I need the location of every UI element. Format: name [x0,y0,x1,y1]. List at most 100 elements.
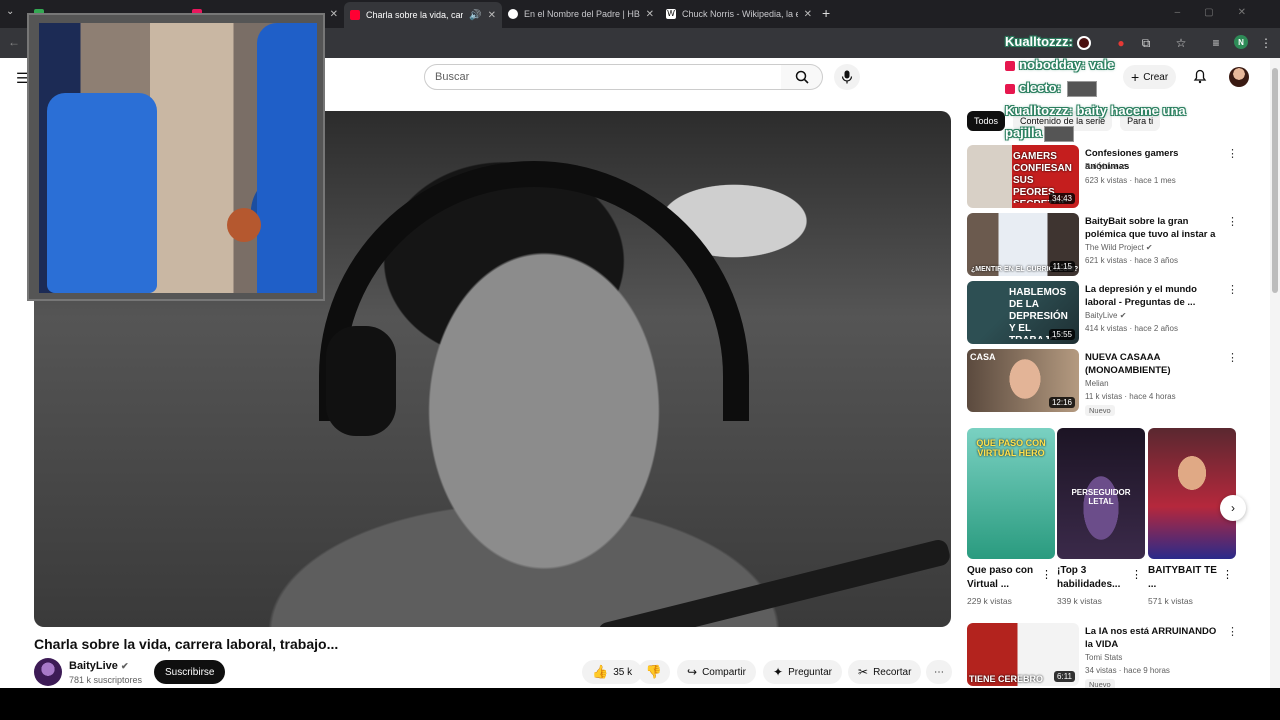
chat-message: cleeto: [1005,80,1097,97]
notifications-bell-icon[interactable] [1192,68,1208,89]
video-duration: 15:55 [1048,329,1075,340]
more-options-icon[interactable]: ⋮ [1227,147,1238,160]
short-title: BAITYBAIT TE ... [1148,565,1217,590]
chat-badge-icon [1005,60,1015,71]
browser-tab-4[interactable]: En el Nombre del Padre | HBO ✕ [502,4,660,24]
like-count: 35 k [613,666,633,678]
thumbnail-caption: CASA [970,352,996,362]
tab-favicon-icon [508,9,518,19]
clip-button[interactable]: ✂ Recortar [848,660,922,684]
chat-message: nobodday: vale [1005,57,1114,72]
bookmark-star-icon[interactable]: ☆ [1173,35,1189,51]
thumbs-down-icon: 👎 [645,664,663,679]
create-button[interactable]: + Crear [1123,65,1177,89]
recommended-video[interactable]: TIENE CEREBRO 6:11 La IA nos está ARRUIN… [967,623,1242,688]
tab-close-icon[interactable]: ✕ [804,9,812,20]
video-meta: 414 k vistas · hace 2 años [1085,324,1178,333]
recommended-video[interactable]: CASA 12:16 NUEVA CASAAA (MONOAMBIENTE) M… [967,349,1242,416]
recommended-video[interactable]: ¿MENTIR EN EL CURRICULUM? 11:15 BaityBai… [967,213,1242,277]
new-tab-plus-icon[interactable]: + [822,5,830,21]
search-placeholder: Buscar [435,71,470,83]
like-button[interactable]: 👍 35 k [582,660,643,684]
more-options-icon[interactable]: ⋮ [1227,283,1238,296]
more-options-icon[interactable]: ⋮ [1131,568,1142,581]
short-item[interactable]: QUE PASO CON VIRTUAL HERO Que paso con V… [967,428,1055,606]
video-duration: 6:11 [1054,671,1075,682]
short-title: ¡Top 3 habilidades... [1057,565,1121,590]
browser-profile-avatar[interactable]: N [1234,35,1248,49]
ask-label: Preguntar [788,666,832,678]
speaker-icon[interactable]: 🔊 [469,10,481,21]
short-thumbnail[interactable]: PERSEGUIDOR LETAL [1057,428,1145,559]
video-duration: 12:16 [1048,397,1075,408]
media-control-icon[interactable]: ≡ [1208,35,1224,51]
browser-tab-active[interactable]: Charla sobre la vida, carrera 🔊 ✕ [344,2,502,28]
video-duration: 34:43 [1048,193,1075,204]
browser-menu-icon[interactable]: ⋮ [1258,35,1274,51]
subscribe-button[interactable]: Suscribirse [154,660,226,684]
extensions-puzzle-icon[interactable]: ⧉ [1138,35,1154,51]
video-thumbnail[interactable]: GAMERS CONFIESAN SUS PEORES SECRETOS 34:… [967,145,1079,208]
browser-tab-5[interactable]: W Chuck Norris - Wikipedia, la en ✕ [660,4,818,24]
more-options-icon[interactable]: ⋮ [1227,215,1238,228]
more-options-icon[interactable]: ⋮ [1227,625,1238,638]
short-item[interactable]: PERSEGUIDOR LETAL ¡Top 3 habilidades... … [1057,428,1145,606]
tab-close-icon[interactable]: ✕ [330,9,338,20]
youtube-favicon-icon [350,10,360,20]
dislike-button[interactable]: 👎 [638,660,670,684]
video-thumbnail[interactable]: ¿MENTIR EN EL CURRICULUM? 11:15 [967,213,1079,276]
channel-name: Melian [1085,379,1109,388]
back-arrow-icon[interactable]: ← [8,35,20,49]
scrollbar-thumb[interactable] [1272,68,1278,293]
video-title: BaityBait sobre la gran polémica que tuv… [1085,216,1216,240]
extension-record-icon[interactable]: ● [1113,35,1129,51]
thumbnail-caption: QUE PASO CON VIRTUAL HERO [976,438,1046,458]
short-views: 339 k vistas [1057,596,1102,606]
tab-search-chevron-icon[interactable]: ⌄ [6,6,14,17]
sparkle-icon: ✦ [773,665,784,679]
short-views: 229 k vistas [967,596,1012,606]
short-thumbnail[interactable] [1148,428,1236,559]
share-button[interactable]: ↪ Compartir [677,660,756,684]
more-actions-button[interactable]: ⋯ [926,660,952,684]
recommended-video[interactable]: HABLEMOS DE LA DEPRESIÓN Y EL TRABAJO 15… [967,281,1242,345]
channel-name: The Wild Project ✔ [1085,243,1153,252]
recommended-video[interactable]: GAMERS CONFIESAN SUS PEORES SECRETOS 34:… [967,145,1242,209]
user-avatar[interactable] [1229,67,1249,87]
verified-check-icon: ✔ [120,661,129,671]
chat-message: pajilla [1005,125,1074,142]
video-title: NUEVA CASAAA (MONOAMBIENTE) [1085,352,1171,376]
ask-button[interactable]: ✦ Preguntar [763,660,842,684]
webcam-feed [39,23,317,293]
tab-close-icon[interactable]: ✕ [646,9,654,20]
chip-all[interactable]: Todos [967,111,1006,131]
video-thumbnail[interactable]: HABLEMOS DE LA DEPRESIÓN Y EL TRABAJO 15… [967,281,1079,344]
channel-name: BaityLive ✔ [1085,311,1127,320]
webcam-ball [227,208,261,242]
channel-avatar[interactable] [34,658,62,686]
page-scrollbar[interactable] [1270,58,1280,688]
thumbnail-caption: PERSEGUIDOR LETAL [1071,488,1131,506]
emote-icon [1043,125,1074,142]
chevron-right-icon[interactable]: › [1220,495,1246,521]
emote-icon [1066,80,1097,97]
channel-name: Tomi Stats [1085,653,1123,662]
more-options-icon[interactable]: ⋮ [1227,351,1238,364]
more-options-icon[interactable]: ⋮ [1222,568,1233,581]
video-thumbnail[interactable]: TIENE CEREBRO 6:11 [967,623,1079,686]
tab-close-icon[interactable]: ✕ [488,10,496,21]
taskbar [0,688,1280,720]
video-thumbnail[interactable]: CASA 12:16 [967,349,1079,412]
channel-name[interactable]: BaityLive ✔ [69,660,129,672]
more-options-icon[interactable]: ⋮ [1041,568,1052,581]
search-input[interactable]: Buscar [424,64,782,90]
voice-search-button[interactable] [834,64,860,90]
video-frame-earcup [326,326,396,436]
emote-icon [1076,35,1091,50]
window-controls[interactable]: –▢✕ [1175,7,1270,18]
short-thumbnail[interactable]: QUE PASO CON VIRTUAL HERO [967,428,1055,559]
search-button[interactable] [781,64,823,90]
webcam-chair [47,93,157,293]
verified-check-icon: ✔ [1119,162,1127,171]
search-icon [795,70,809,84]
